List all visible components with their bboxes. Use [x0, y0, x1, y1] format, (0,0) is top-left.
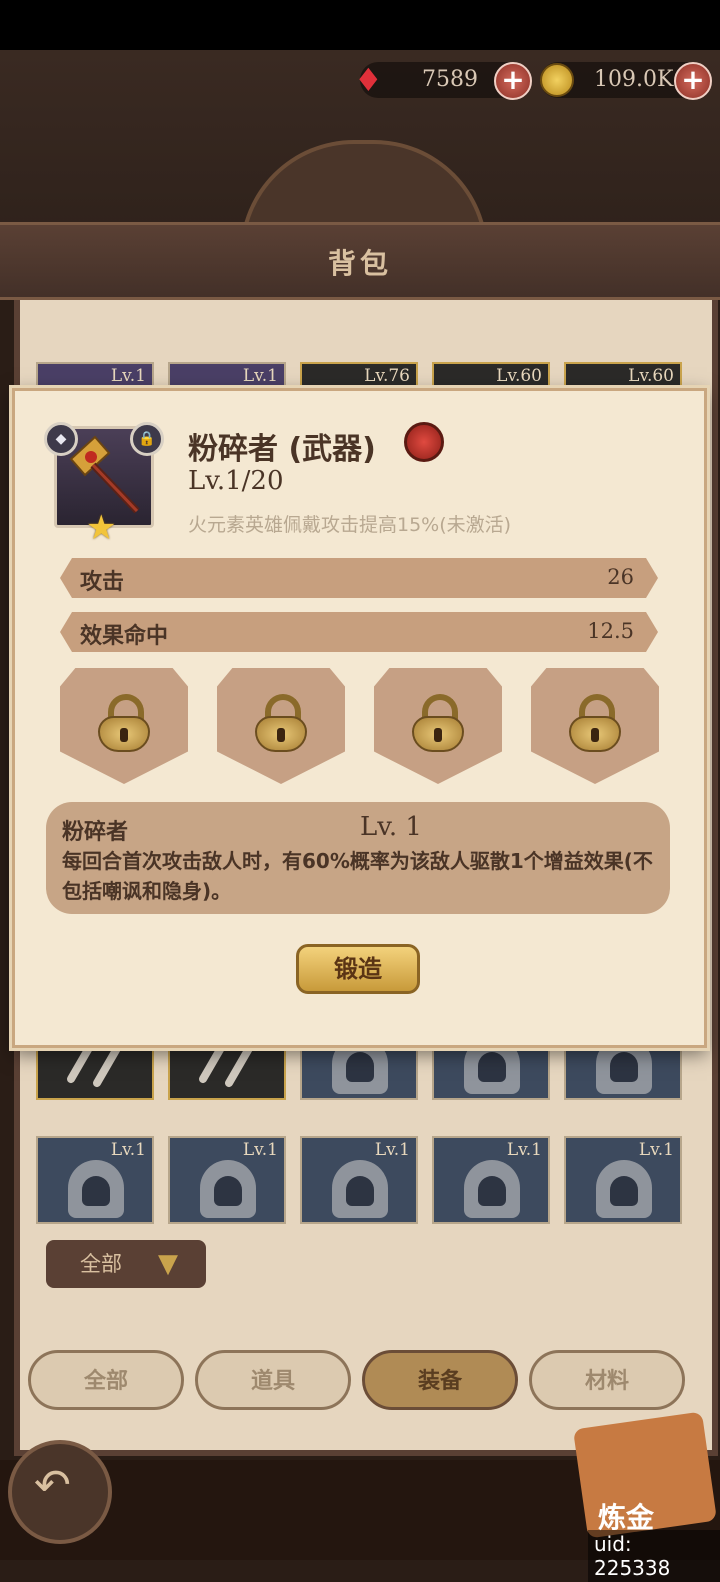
- hood-icon: [464, 1160, 520, 1218]
- hood-icon: [596, 1160, 652, 1218]
- inventory-slot[interactable]: Lv.1: [168, 1136, 286, 1224]
- filter-selected-label: 全部: [80, 1252, 122, 1276]
- gem-icon: ♦: [354, 61, 383, 99]
- stat-label: 攻击: [80, 570, 125, 595]
- fire-element-icon: [404, 422, 444, 462]
- gem-count: 7589: [422, 67, 478, 92]
- skill-level: Lv. 1: [360, 812, 422, 842]
- gold-coin-icon: [540, 63, 574, 97]
- add-gems-button[interactable]: +: [494, 62, 532, 100]
- item-name: 粉碎者 (武器): [188, 432, 376, 467]
- inventory-row: Lv.1 Lv.1 Lv.1 Lv.1 Lv.1: [36, 1136, 686, 1226]
- filter-dropdown[interactable]: 全部 ▼: [46, 1240, 206, 1288]
- inventory-slot[interactable]: Lv.1: [36, 1136, 154, 1224]
- add-gold-button[interactable]: +: [674, 62, 712, 100]
- stat-value: 26: [607, 565, 634, 589]
- padlock-icon: [255, 694, 307, 752]
- back-arrow-icon: ↶: [34, 1460, 71, 1511]
- chevron-down-icon: ▼: [158, 1249, 178, 1279]
- status-bar: [0, 0, 720, 50]
- user-id: uid: 225338: [588, 1530, 720, 1582]
- stat-label: 效果命中: [80, 624, 169, 649]
- tab-items[interactable]: 道具: [195, 1350, 351, 1410]
- hood-icon: [68, 1160, 124, 1218]
- item-level: Lv.1/20: [188, 466, 284, 496]
- tab-equipment[interactable]: 装备: [362, 1350, 518, 1410]
- stat-value: 12.5: [587, 619, 634, 643]
- padlock-icon: [412, 694, 464, 752]
- back-button[interactable]: ↶: [8, 1440, 112, 1544]
- page-title: 背包: [327, 247, 392, 280]
- hood-icon: [332, 1160, 388, 1218]
- padlock-icon: [569, 694, 621, 752]
- tab-all[interactable]: 全部: [28, 1350, 184, 1410]
- gold-count: 109.0K: [594, 67, 674, 92]
- inventory-slot[interactable]: Lv.1: [432, 1136, 550, 1224]
- skill-name: 粉碎者: [62, 820, 129, 845]
- star-icon: ★: [86, 508, 117, 548]
- element-badge-icon: ◆: [44, 422, 78, 456]
- skill-description: 每回合首次攻击敌人时，有60%概率为该敌人驱散1个增益效果(不包括嘲讽和隐身)。: [62, 849, 653, 903]
- lock-icon[interactable]: 🔒: [130, 422, 164, 456]
- tab-materials[interactable]: 材料: [529, 1350, 685, 1410]
- hood-icon: [200, 1160, 256, 1218]
- forge-button[interactable]: 锻造: [296, 944, 420, 994]
- inventory-slot[interactable]: Lv.1: [564, 1136, 682, 1224]
- set-bonus-description: 火元素英雄佩戴攻击提高15%(未激活): [188, 514, 512, 536]
- padlock-icon: [98, 694, 150, 752]
- inventory-slot[interactable]: Lv.1: [300, 1136, 418, 1224]
